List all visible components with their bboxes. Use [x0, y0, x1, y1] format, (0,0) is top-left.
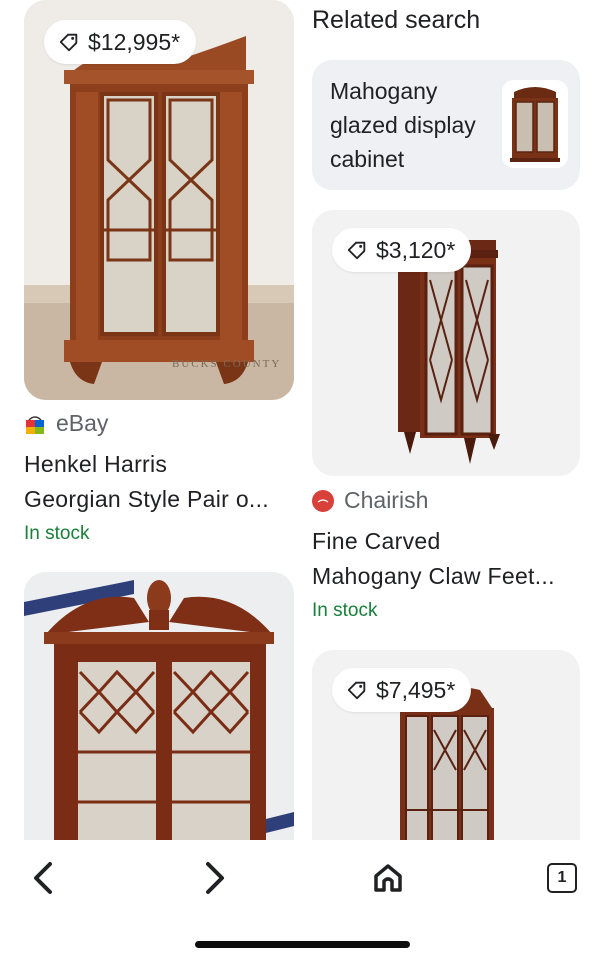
price-chip: $7,495*	[332, 668, 472, 712]
result-source: eBay	[24, 410, 108, 437]
product-image[interactable]	[24, 572, 294, 862]
result-title[interactable]: Henkel Harris Georgian Style Pair o...	[24, 447, 314, 517]
price-label: $12,995*	[88, 28, 181, 55]
tab-count-badge: 1	[547, 863, 577, 893]
result-title-line: Henkel Harris	[24, 451, 168, 477]
image-watermark: BUCKS COUNTY	[172, 358, 282, 370]
product-image[interactable]: BUCKS COUNTY $12,995*	[24, 0, 294, 400]
chevron-left-icon	[34, 862, 52, 894]
related-search-thumbnail	[502, 80, 568, 168]
stock-status: In stock	[24, 523, 90, 544]
price-tag-icon	[347, 681, 366, 700]
chairish-favicon-icon	[312, 489, 334, 512]
home-icon	[374, 864, 402, 892]
result-title-line: Fine Carved	[312, 528, 441, 554]
result-title[interactable]: Fine Carved Mahogany Claw Feet...	[312, 524, 580, 594]
result-card-fine-carved[interactable]: $3,120* Chairish Fine Carved Mahogany Cl…	[312, 210, 580, 630]
home-button[interactable]	[360, 850, 416, 906]
result-card-henkel-harris[interactable]: BUCKS COUNTY $12,995* eBay Henkel Harris…	[24, 0, 294, 560]
price-chip: $3,120*	[332, 228, 472, 272]
result-title-line: Georgian Style Pair o...	[24, 486, 269, 512]
related-search-card[interactable]: Mahogany glazed display cabinet	[312, 60, 580, 190]
home-indicator[interactable]	[195, 941, 410, 948]
price-label: $3,120*	[376, 236, 456, 263]
tab-count: 1	[557, 869, 567, 886]
tabs-button[interactable]: 1	[534, 850, 590, 906]
related-search-label: Mahogany glazed display cabinet	[330, 78, 476, 172]
back-button[interactable]	[16, 850, 72, 906]
browser-bottom-bar: 1	[0, 840, 605, 960]
cabinet-thumbnail-image	[502, 80, 568, 168]
source-name: eBay	[56, 410, 109, 436]
price-tag-icon	[59, 33, 78, 52]
result-card-7495[interactable]: $7,495*	[312, 650, 580, 860]
price-chip: $12,995*	[44, 20, 197, 64]
result-title-line: Mahogany Claw Feet...	[312, 563, 555, 589]
stock-status: In stock	[312, 600, 378, 621]
forward-button[interactable]	[186, 850, 242, 906]
related-search-heading: Related search	[312, 6, 481, 34]
source-name: Chairish	[344, 487, 429, 513]
chevron-right-icon	[206, 862, 224, 894]
product-image[interactable]: $7,495*	[312, 650, 580, 860]
result-card-display-cabinet[interactable]	[24, 572, 294, 862]
cabinet-image-2	[24, 572, 294, 862]
ebay-favicon-icon	[26, 415, 44, 434]
product-image[interactable]: $3,120*	[312, 210, 580, 476]
result-source: Chairish	[312, 487, 428, 514]
price-label: $7,495*	[376, 676, 456, 703]
price-tag-icon	[347, 241, 366, 260]
